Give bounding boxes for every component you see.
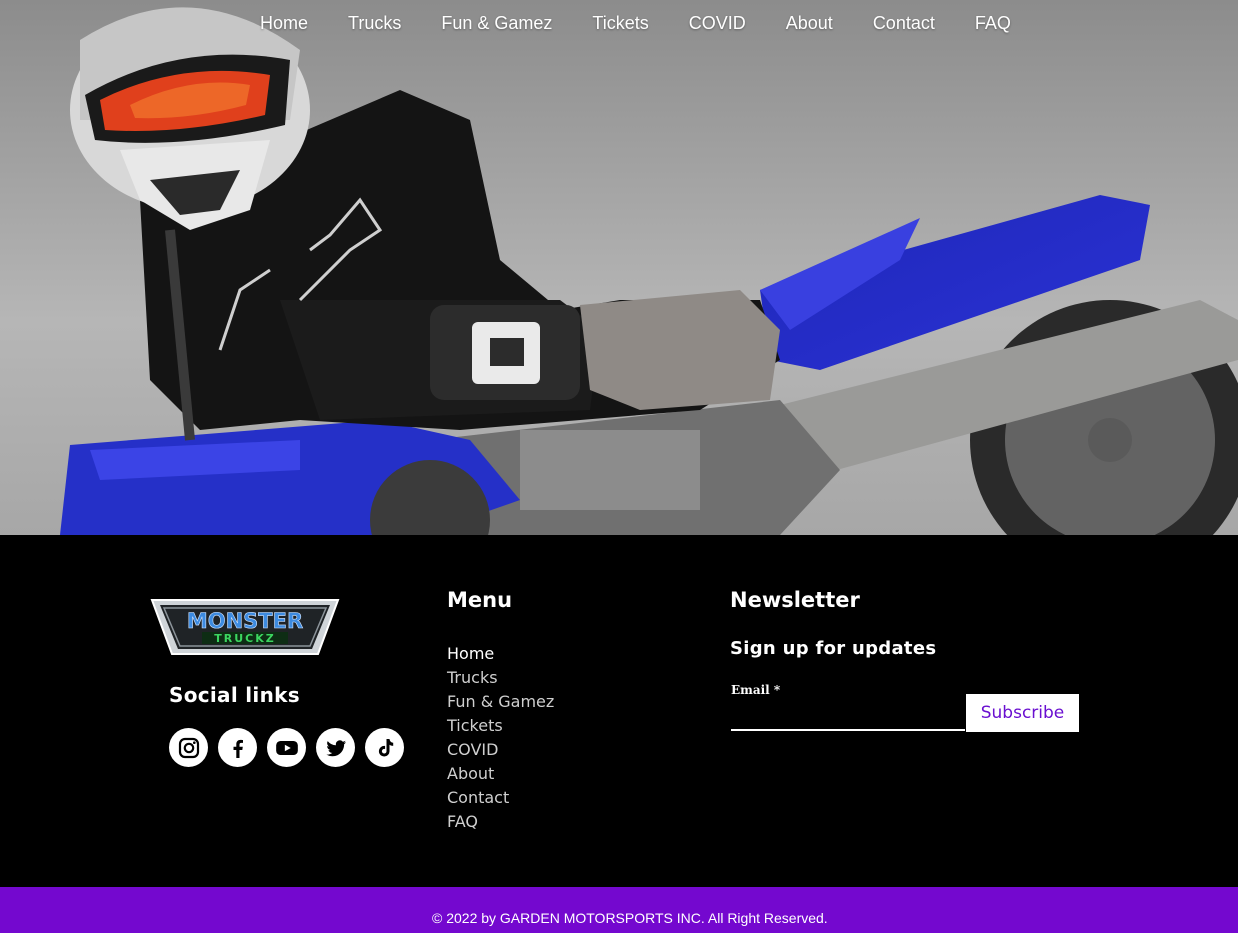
footer-menu-tickets[interactable]: Tickets xyxy=(447,714,554,738)
subscribe-button[interactable]: Subscribe xyxy=(966,694,1079,732)
social-links-title: Social links xyxy=(169,683,300,707)
copyright-text: © 2022 by GARDEN MOTORSPORTS INC. All Ri… xyxy=(432,910,828,926)
footer-menu-title: Menu xyxy=(447,588,513,612)
nav-fun-gamez[interactable]: Fun & Gamez xyxy=(421,10,572,36)
logo-text-line1: MONSTER xyxy=(187,609,303,633)
facebook-icon[interactable] xyxy=(218,728,257,767)
hero-section: Home Trucks Fun & Gamez Tickets COVID Ab… xyxy=(0,0,1238,535)
logo-text-line2: TRUCKZ xyxy=(214,632,275,645)
youtube-icon[interactable] xyxy=(267,728,306,767)
nav-covid[interactable]: COVID xyxy=(669,10,766,36)
footer-menu-faq[interactable]: FAQ xyxy=(447,810,554,834)
email-field[interactable] xyxy=(731,701,965,731)
nav-contact[interactable]: Contact xyxy=(853,10,955,36)
top-nav: Home Trucks Fun & Gamez Tickets COVID Ab… xyxy=(240,10,1031,36)
tiktok-icon[interactable] xyxy=(365,728,404,767)
newsletter-title: Newsletter xyxy=(730,588,860,612)
footer-menu: Home Trucks Fun & Gamez Tickets COVID Ab… xyxy=(447,642,554,834)
footer-menu-about[interactable]: About xyxy=(447,762,554,786)
footer-menu-contact[interactable]: Contact xyxy=(447,786,554,810)
hero-image xyxy=(0,0,1238,535)
newsletter-subtitle: Sign up for updates xyxy=(730,638,937,659)
footer-menu-trucks[interactable]: Trucks xyxy=(447,666,554,690)
nav-tickets[interactable]: Tickets xyxy=(572,10,668,36)
footer-menu-home[interactable]: Home xyxy=(447,642,554,666)
nav-trucks[interactable]: Trucks xyxy=(328,10,421,36)
copyright-bar: © 2022 by GARDEN MOTORSPORTS INC. All Ri… xyxy=(0,887,1238,933)
nav-about[interactable]: About xyxy=(766,10,853,36)
social-links-bar xyxy=(169,728,404,767)
email-label: Email * xyxy=(731,683,781,697)
footer-menu-covid[interactable]: COVID xyxy=(447,738,554,762)
nav-home[interactable]: Home xyxy=(240,10,328,36)
monster-truckz-logo[interactable]: MONSTER TRUCKZ xyxy=(150,598,340,656)
nav-faq[interactable]: FAQ xyxy=(955,10,1031,36)
footer-menu-fun-gamez[interactable]: Fun & Gamez xyxy=(447,690,554,714)
twitter-icon[interactable] xyxy=(316,728,355,767)
instagram-icon[interactable] xyxy=(169,728,208,767)
